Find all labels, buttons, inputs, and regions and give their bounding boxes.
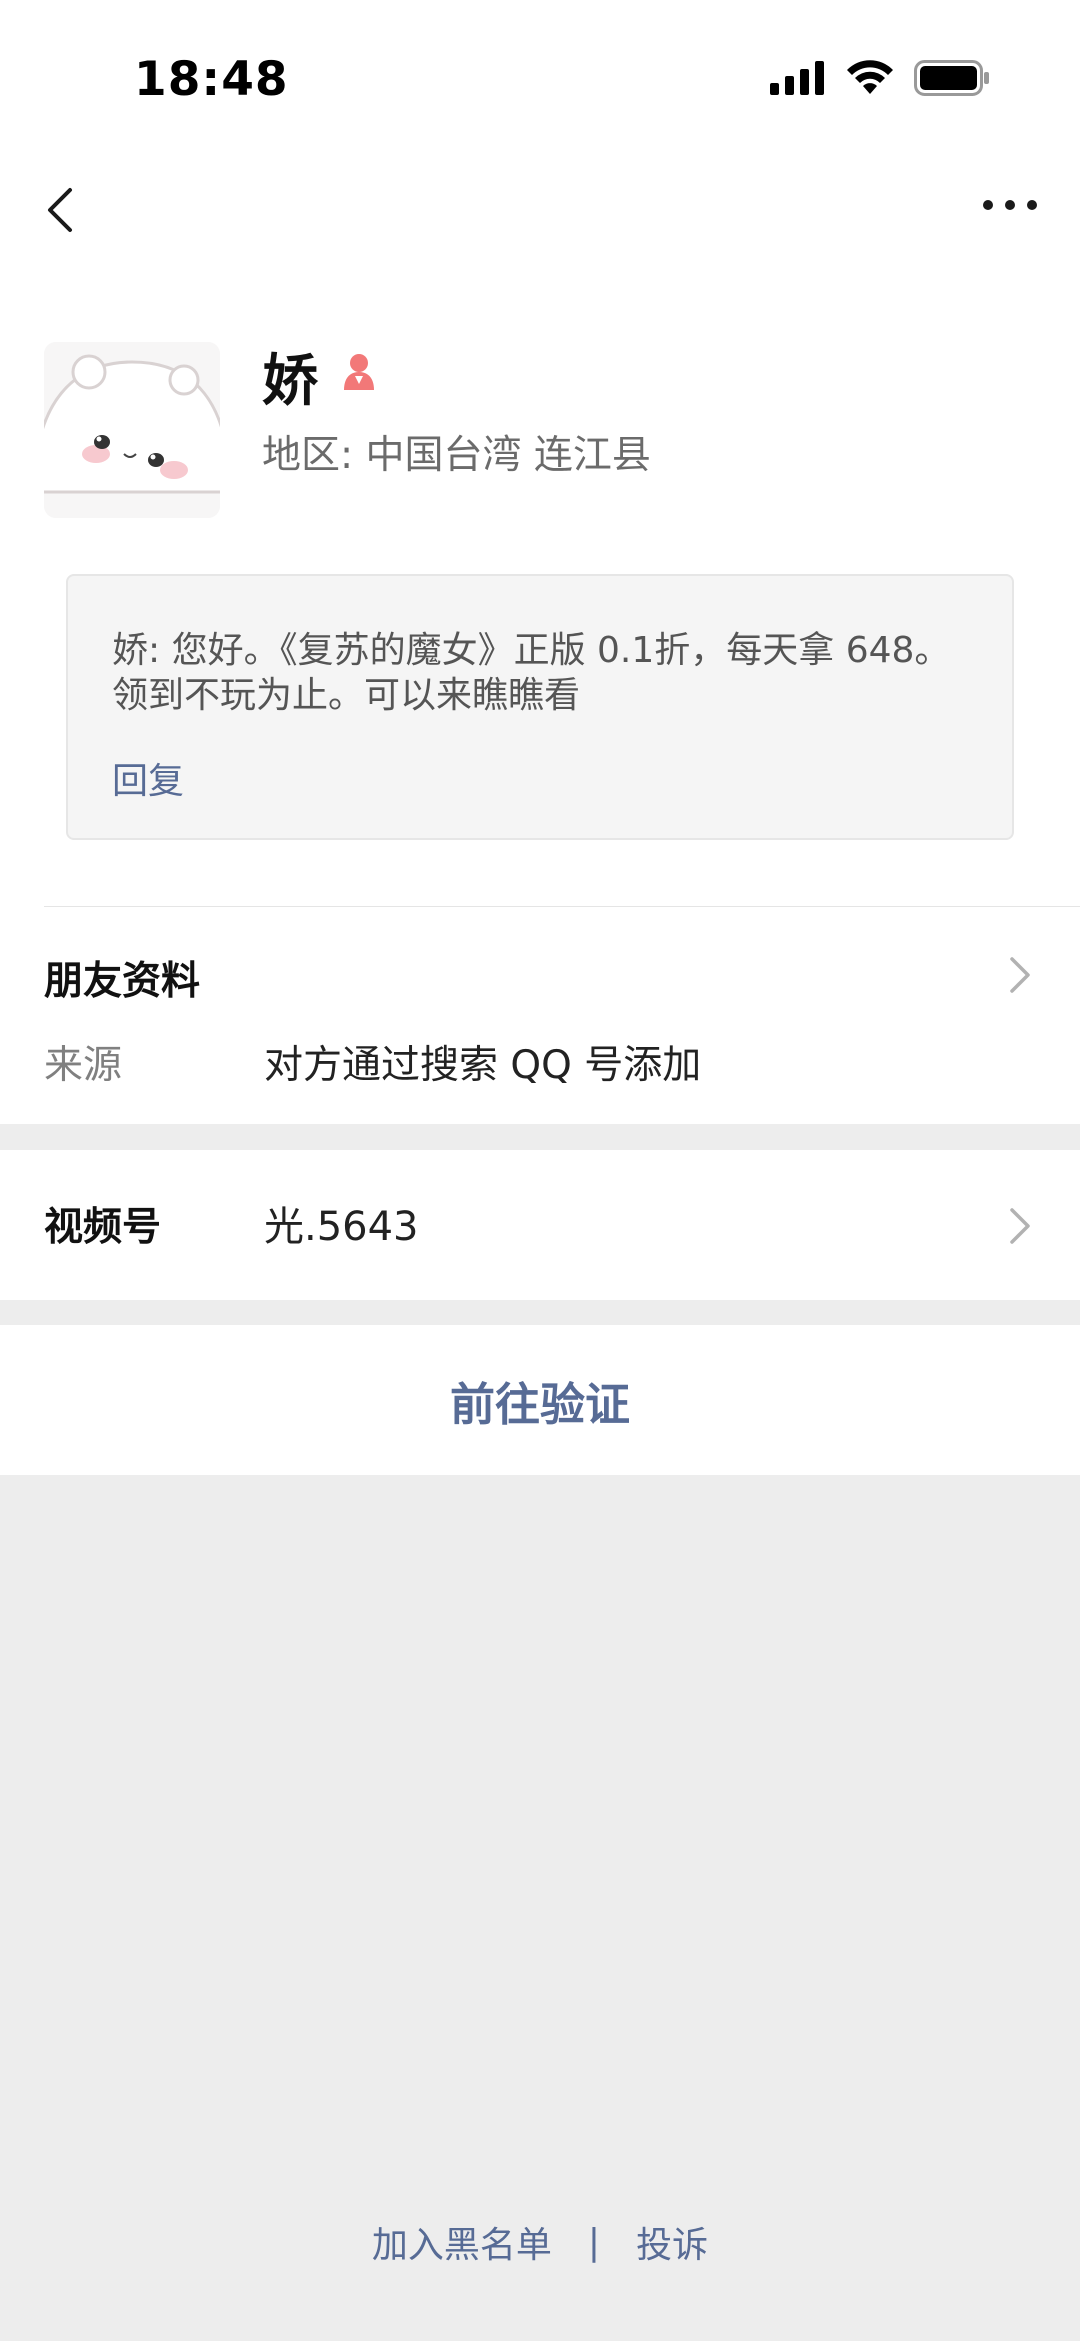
- chevron-left-icon: [48, 188, 72, 232]
- footer-separator: |: [587, 2221, 601, 2263]
- ellipsis-icon: [983, 200, 993, 210]
- verification-message: 娇: 您好。《复苏的魔女》正版 0.1折，每天拿 648。领到不玩为止。可以来瞧…: [112, 630, 951, 716]
- friend-info-title: 朋友资料: [44, 959, 201, 1004]
- contact-region: 地区: 中国台湾 连江县: [262, 433, 651, 478]
- status-time: 18:48: [134, 52, 289, 107]
- report-link[interactable]: 投诉: [636, 2216, 708, 2268]
- channels-row[interactable]: 视频号 光.5643: [0, 1150, 1080, 1300]
- reply-link[interactable]: 回复: [112, 752, 184, 804]
- battery-icon: [914, 60, 989, 96]
- female-icon: [344, 354, 374, 390]
- more-button[interactable]: [980, 190, 1040, 220]
- contact-verification-page: 18:48 娇 地区: 中国台湾 连江县 娇: 您好。《复苏的魔女》正版 0.1…: [0, 0, 1080, 2341]
- avatar[interactable]: [44, 342, 220, 518]
- back-button[interactable]: [40, 180, 90, 240]
- add-to-blacklist-link[interactable]: 加入黑名单: [372, 2216, 552, 2268]
- source-label: 来源: [44, 1043, 123, 1088]
- section-divider: [44, 906, 1080, 907]
- chevron-right-icon: [1010, 957, 1030, 993]
- wifi-icon: [847, 60, 893, 94]
- ellipsis-dot: [1027, 200, 1037, 210]
- source-value: 对方通过搜索 QQ 号添加: [264, 1043, 702, 1088]
- verify-row: 前往验证: [0, 1325, 1080, 1475]
- footer-links: 加入黑名单 | 投诉: [0, 2212, 1080, 2272]
- contact-name: 娇: [262, 349, 318, 414]
- verification-message-card: 娇: 您好。《复苏的魔女》正版 0.1折，每天拿 648。领到不玩为止。可以来瞧…: [66, 574, 1014, 840]
- chevron-right-icon: [1010, 1208, 1030, 1244]
- channels-label: 视频号: [44, 1205, 162, 1250]
- status-icons: [770, 58, 990, 98]
- cellular-signal-icon: [770, 61, 824, 95]
- ellipsis-dot: [1005, 200, 1015, 210]
- channels-value: 光.5643: [264, 1204, 419, 1250]
- status-bar: 18:48: [0, 0, 1080, 150]
- avatar-image: [44, 342, 220, 518]
- go-verify-button[interactable]: 前往验证: [0, 1325, 1080, 1475]
- profile-section: 18:48 娇 地区: 中国台湾 连江县 娇: 您好。《复苏的魔女》正版 0.1…: [0, 0, 1080, 1124]
